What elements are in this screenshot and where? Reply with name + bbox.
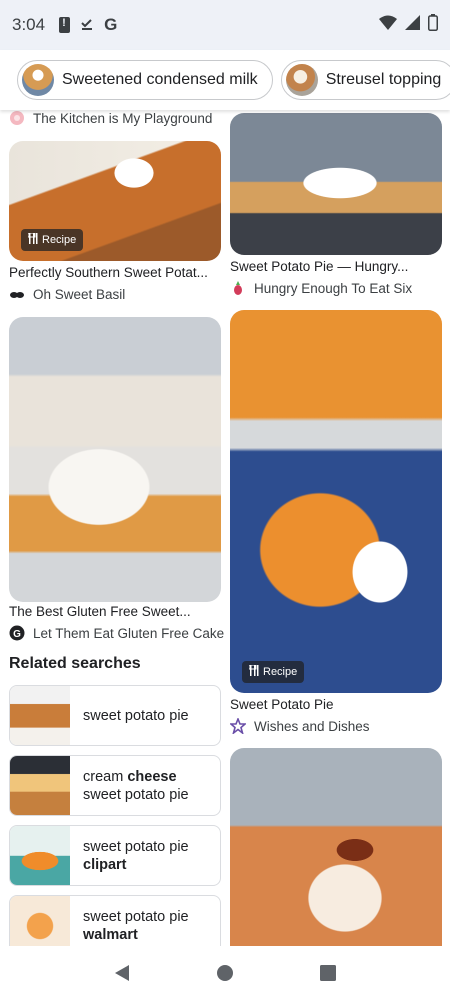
result-image-southern-sweet-potato-pie[interactable]: Recipe (9, 141, 221, 261)
status-icons-left: G (59, 15, 117, 35)
home-button[interactable] (210, 958, 240, 988)
result-image-wishes-dishes-sweet-potato-pie[interactable]: Recipe (230, 310, 442, 693)
google-images-results-screen: 3:04 G Sweetened condensed milk (0, 0, 450, 1000)
wifi-icon (379, 15, 397, 36)
related-chips-row: Sweetened condensed milk Streusel toppin… (0, 50, 450, 110)
status-icons-right (379, 14, 438, 36)
related-search-line1: sweet potato pie (83, 838, 189, 855)
status-bar: 3:04 G (0, 0, 450, 50)
related-search-line1: sweet potato pie (83, 707, 189, 724)
sim-alert-icon (59, 17, 71, 33)
related-search-thumbnail (10, 896, 70, 946)
result-source[interactable]: Oh Sweet Basil (9, 286, 125, 302)
result-source[interactable]: Hungry Enough To Eat Six (230, 280, 412, 296)
recipe-badge-label: Recipe (263, 666, 298, 678)
download-done-icon (80, 17, 94, 34)
related-search-text: sweet potato pie walmart (70, 908, 189, 944)
related-search-item[interactable]: sweet potato pie (9, 685, 221, 746)
result-source[interactable]: Wishes and Dishes (228, 716, 370, 736)
back-button[interactable] (107, 958, 137, 988)
result-source-label: Hungry Enough To Eat Six (254, 280, 413, 296)
flower-logo-icon (9, 110, 25, 126)
related-search-item[interactable]: cream cheese sweet potato pie (9, 755, 221, 816)
result-image-hungry-sweet-potato-pie[interactable] (230, 113, 442, 255)
results-grid: The Kitchen is My Playground Recipe Perf… (0, 110, 450, 946)
related-search-line1: cream (83, 768, 128, 785)
result-source[interactable]: The Kitchen is My Playground (9, 110, 212, 126)
chip-thumbnail (285, 64, 318, 96)
related-search-text: sweet potato pie clipart (70, 838, 189, 874)
chip-label: Streusel topping (325, 71, 442, 88)
result-source-label: The Kitchen is My Playground (33, 110, 213, 126)
related-search-line1: sweet potato pie (83, 908, 189, 925)
fork-knife-icon (27, 232, 38, 247)
result-source-label: Oh Sweet Basil (33, 286, 126, 302)
result-image-pecan-sweet-potato-pie[interactable] (230, 748, 442, 946)
result-title[interactable]: Sweet Potato Pie (230, 697, 442, 712)
related-search-line1-bold: cheese (127, 768, 177, 785)
recents-icon (320, 965, 337, 981)
status-time: 3:04 (12, 15, 46, 34)
chip-label: Sweetened condensed milk (62, 71, 258, 88)
related-search-thumbnail (10, 686, 70, 745)
svg-text:G: G (13, 629, 21, 640)
related-search-thumbnail (10, 756, 70, 815)
related-search-line2-bold: walmart (83, 926, 138, 943)
result-source-label: Wishes and Dishes (254, 718, 370, 734)
recipe-badge: Recipe (21, 229, 84, 251)
system-nav-bar (0, 946, 450, 1000)
fork-knife-icon (248, 664, 259, 679)
related-search-thumbnail (10, 826, 70, 885)
basil-leaves-logo-icon (9, 286, 25, 302)
result-source-label: Let Them Eat Gluten Free Cake (33, 625, 225, 641)
radish-logo-icon (230, 280, 246, 296)
back-icon (114, 965, 129, 981)
chip-thumbnail (22, 64, 54, 96)
result-image-gluten-free-sweet-potato-pie[interactable] (9, 317, 221, 602)
signal-icon (405, 15, 420, 35)
google-g-icon: G (104, 15, 118, 34)
related-search-text: cream cheese sweet potato pie (70, 768, 189, 804)
related-search-item[interactable]: sweet potato pie walmart (9, 895, 221, 946)
home-icon (216, 965, 233, 981)
battery-icon (428, 14, 438, 36)
result-title[interactable]: The Best Gluten Free Sweet... (9, 604, 221, 619)
related-searches-heading: Related searches (9, 655, 141, 672)
recents-button[interactable] (313, 958, 343, 988)
related-search-item[interactable]: sweet potato pie clipart (9, 825, 221, 886)
related-search-line2: sweet potato pie (83, 786, 189, 803)
chip-streusel-topping[interactable]: Streusel topping (280, 60, 450, 100)
result-source[interactable]: G Let Them Eat Gluten Free Cake (9, 625, 224, 641)
star-logo-icon (228, 716, 248, 736)
related-search-text: sweet potato pie (70, 707, 189, 725)
gluten-free-logo-icon: G (9, 625, 25, 641)
result-title[interactable]: Perfectly Southern Sweet Potat... (9, 265, 221, 280)
recipe-badge: Recipe (242, 661, 305, 683)
related-search-line2-bold: clipart (83, 856, 127, 873)
chip-sweetened-condensed-milk[interactable]: Sweetened condensed milk (17, 60, 273, 100)
recipe-badge-label: Recipe (42, 234, 77, 246)
result-title[interactable]: Sweet Potato Pie — Hungry... (230, 259, 442, 274)
